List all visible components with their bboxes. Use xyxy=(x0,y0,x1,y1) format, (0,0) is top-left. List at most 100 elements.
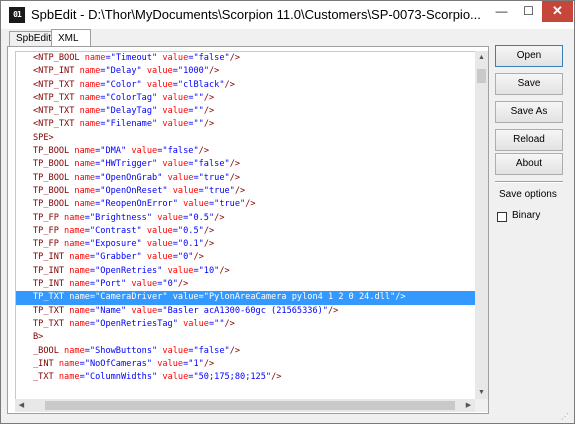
xml-line[interactable]: <NTP_TXT name="ColorTag" value=""/> xyxy=(16,92,475,105)
xml-attr-value: value xyxy=(141,239,173,250)
xml-value: 1000 xyxy=(183,66,204,77)
xml-value: 0.5 xyxy=(193,212,209,223)
xml-line[interactable]: <NTP_INT name="Delay" value="1000"/> xyxy=(16,65,475,78)
xml-eq: =" xyxy=(172,66,184,77)
xml-tag-end: /> xyxy=(224,79,235,90)
horizontal-scrollbar[interactable]: ◀ ▶ xyxy=(15,399,475,412)
about-button[interactable]: About xyxy=(495,153,563,175)
xml-tag: TP_TXT xyxy=(33,292,65,303)
vertical-scrollbar[interactable]: ▲ ▼ xyxy=(475,51,488,399)
xml-line[interactable]: <NTP_TXT name="Color" value="clBlack"/> xyxy=(16,79,475,92)
xml-eq: =" xyxy=(100,92,111,103)
xml-eq: =" xyxy=(157,146,168,157)
xml-tag: <NTP_TXT xyxy=(33,79,75,90)
scroll-right-arrow-icon[interactable]: ▶ xyxy=(462,399,475,412)
close-button[interactable]: ✕ xyxy=(542,1,573,22)
xml-name-value: Name xyxy=(100,305,121,316)
title-bar[interactable]: 01 SpbEdit - D:\Thor\MyDocuments\Scorpio… xyxy=(1,1,574,29)
xml-line[interactable]: TP_INT name="Grabber" value="0"/> xyxy=(16,251,475,264)
maximize-button[interactable]: ☐ xyxy=(515,1,542,22)
horizontal-scroll-thumb[interactable] xyxy=(45,401,455,410)
minimize-button[interactable]: — xyxy=(488,1,515,22)
xml-line[interactable]: TP_TXT name="OpenRetriesTag" value=""/> xyxy=(16,318,475,331)
xml-tab-panel: <NTP_BOOL name="Timeout" value="false"/>… xyxy=(7,46,489,414)
xml-eq: =" xyxy=(208,318,220,329)
scroll-up-arrow-icon[interactable]: ▲ xyxy=(475,51,488,64)
resize-grip-icon[interactable]: ⋰ xyxy=(561,412,573,422)
xml-name-value: ColumnWidths xyxy=(89,372,153,383)
xml-tag-end: /> xyxy=(234,185,246,196)
xml-attr-value: value xyxy=(141,252,173,263)
xml-tag: TP_TXT xyxy=(33,305,65,316)
xml-tag-end: /> xyxy=(203,239,215,250)
xml-name-value: ShowButtons xyxy=(95,345,153,356)
xml-tag: SPE> xyxy=(33,132,54,143)
xml-name-value: OpenRetriesTag xyxy=(100,318,173,329)
tab-xml[interactable]: XML xyxy=(51,29,91,47)
xml-name-value: ReopenOnError xyxy=(105,199,173,210)
xml-line[interactable]: TP_BOOL name="OpenOnGrab" value="true"/> xyxy=(16,172,475,185)
xml-eq: =" xyxy=(95,146,106,157)
xml-tag-end: /> xyxy=(203,358,215,369)
xml-line[interactable]: TP_BOOL name="ReopenOnError" value="true… xyxy=(16,198,475,211)
xml-line[interactable]: TP_INT name="Port" value="0"/> xyxy=(16,278,475,291)
xml-eq: =" xyxy=(183,358,194,369)
xml-line[interactable]: TP_INT name="OpenRetries" value="10"/> xyxy=(16,265,475,278)
xml-line[interactable]: <NTP_TXT name="Filename" value=""/> xyxy=(16,118,475,131)
xml-line[interactable]: TP_FP name="Exposure" value="0.1"/> xyxy=(16,238,475,251)
xml-tag-end: /> xyxy=(193,252,204,263)
save-button[interactable]: Save xyxy=(495,73,563,95)
xml-tag: TP_FP xyxy=(33,225,59,236)
xml-tag: TP_BOOL xyxy=(33,172,70,183)
scroll-down-arrow-icon[interactable]: ▼ xyxy=(475,386,488,399)
xml-tag-end: /> xyxy=(229,172,241,183)
xml-line[interactable]: TP_BOOL name="HWTrigger" value="false"/> xyxy=(16,158,475,171)
xml-eq: =" xyxy=(95,159,106,170)
xml-eq: =" xyxy=(95,199,106,210)
xml-line[interactable]: TP_TXT name="Name" value="Basler acA1300… xyxy=(16,305,475,318)
xml-attr-name: name xyxy=(74,66,101,77)
open-button[interactable]: Open xyxy=(495,45,563,67)
xml-name-value: OpenRetries xyxy=(100,265,158,276)
xml-line[interactable]: TP_TXT name="CameraDriver" value="PylonA… xyxy=(16,291,475,305)
xml-line[interactable]: _INT name="NoOfCameras" value="1"/> xyxy=(16,358,475,371)
xml-value: false xyxy=(167,146,194,157)
xml-tag: _INT xyxy=(33,358,54,369)
xml-line[interactable]: _BOOL name="ShowButtons" value="false"/> xyxy=(16,345,475,358)
xml-line[interactable]: TP_FP name="Contrast" value="0.5"/> xyxy=(16,225,475,238)
xml-attr-value: value xyxy=(141,225,173,236)
xml-line[interactable]: B> xyxy=(16,331,475,344)
xml-attr-name: name xyxy=(64,265,90,276)
xml-line[interactable]: <NTP_TXT name="DelayTag" value=""/> xyxy=(16,105,475,118)
xml-eq: =" xyxy=(172,239,184,250)
xml-attr-value: value xyxy=(162,172,194,183)
xml-eq: =" xyxy=(188,119,199,130)
xml-tag: <NTP_BOOL xyxy=(33,53,80,63)
app-icon: 01 xyxy=(9,7,25,23)
xml-line[interactable]: TP_BOOL name="OpenOnReset" value="true"/… xyxy=(16,185,475,198)
xml-eq: =" xyxy=(89,292,101,303)
xml-tag-end: /> xyxy=(203,225,215,236)
xml-name-value: Contrast xyxy=(95,225,137,236)
xml-line[interactable]: TP_FP name="Brightness" value="0.5"/> xyxy=(16,212,475,225)
xml-attr-name: name xyxy=(58,225,85,236)
xml-value: false xyxy=(198,159,225,170)
binary-checkbox-label[interactable]: Binary xyxy=(512,210,540,221)
xml-eq: =" xyxy=(172,225,184,236)
save-as-button[interactable]: Save As xyxy=(495,101,563,123)
xml-line[interactable]: SPE> xyxy=(16,132,475,145)
xml-attr-name: name xyxy=(64,292,90,303)
xml-line[interactable]: <NTP_BOOL name="Timeout" value="false"/> xyxy=(16,52,475,65)
xml-name-value: Delay xyxy=(110,66,137,77)
xml-eq: =" xyxy=(100,79,111,90)
reload-button[interactable]: Reload xyxy=(495,129,563,151)
xml-tag: B> xyxy=(33,332,44,343)
xml-editor[interactable]: <NTP_BOOL name="Timeout" value="false"/>… xyxy=(15,51,475,399)
xml-line[interactable]: TP_BOOL name="DMA" value="false"/> xyxy=(16,145,475,158)
xml-name-value: Exposure xyxy=(95,239,137,250)
scroll-left-arrow-icon[interactable]: ◀ xyxy=(15,399,28,412)
xml-line[interactable]: _TXT name="ColumnWidths" value="50;175;8… xyxy=(16,371,475,384)
binary-checkbox[interactable] xyxy=(497,212,507,222)
vertical-scroll-thumb[interactable] xyxy=(477,69,486,83)
xml-attr-value: value xyxy=(141,79,173,90)
